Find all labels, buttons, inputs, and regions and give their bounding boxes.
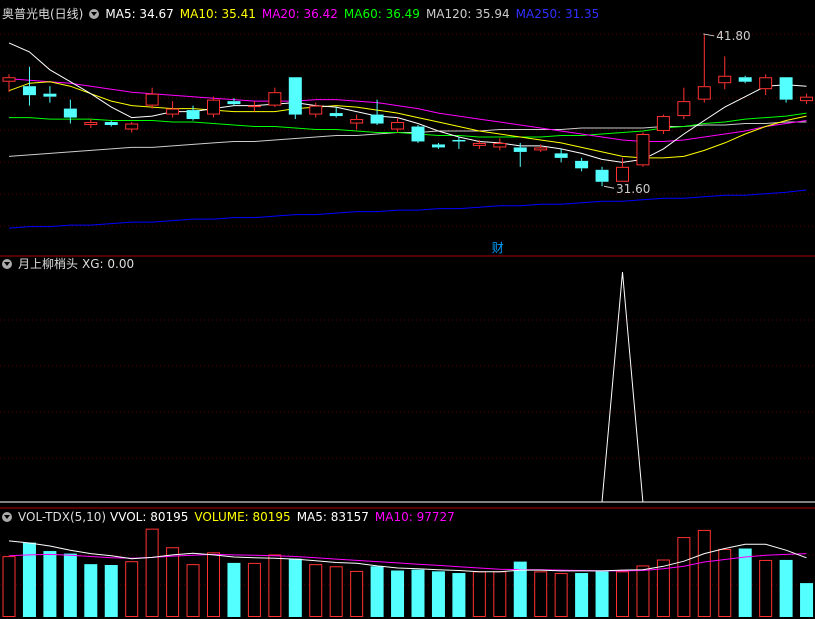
- volume-bar: [247, 562, 261, 618]
- volume-bar: [575, 573, 589, 617]
- candle: [309, 105, 323, 115]
- ma250-line: [8, 189, 807, 229]
- candle: [104, 122, 118, 126]
- volume-bar: [166, 547, 180, 617]
- volume-bar: [350, 570, 364, 618]
- finance-marker: 财: [492, 241, 504, 255]
- candle: [84, 122, 98, 126]
- volume-bar: [84, 564, 98, 617]
- volume-bar: [22, 542, 36, 617]
- candle: [63, 108, 77, 118]
- volume-bar: [207, 552, 220, 618]
- volume-bar: [452, 573, 466, 617]
- volume-bar: [431, 571, 445, 617]
- candle: [22, 86, 36, 96]
- volume-bar: [145, 528, 159, 618]
- candle: [800, 96, 814, 102]
- volume-bar: [472, 571, 486, 618]
- xg-signal-line: [9, 271, 807, 503]
- volume-bar: [104, 565, 118, 617]
- volume-bar: [534, 571, 548, 618]
- volume-bar: [63, 553, 77, 617]
- volume-bar: [43, 551, 57, 617]
- candle: [554, 153, 568, 158]
- low-pointer: [603, 185, 615, 189]
- candle: [2, 77, 16, 82]
- candle: [718, 75, 732, 84]
- volume-bar: [227, 562, 241, 617]
- candle: [697, 86, 711, 100]
- volume-bar: [800, 583, 814, 617]
- candle: [227, 101, 241, 105]
- candle: [636, 133, 650, 166]
- candle: [452, 139, 466, 142]
- volume-bar: [288, 558, 302, 617]
- candle: [411, 126, 425, 142]
- volume-bar: [759, 559, 773, 618]
- volume-bar: [677, 537, 691, 618]
- low-label: 31.60: [616, 182, 650, 196]
- candle: [513, 147, 527, 152]
- volume-bar: [595, 571, 609, 617]
- candle: [595, 169, 609, 182]
- volume-bar: [738, 548, 752, 617]
- candle: [779, 77, 793, 100]
- candle: [43, 93, 57, 97]
- volume-bar: [2, 556, 16, 617]
- candle: [350, 119, 364, 124]
- candle: [534, 147, 548, 151]
- volume-bar: [186, 564, 200, 618]
- candle: [370, 114, 384, 124]
- volume-bar: [125, 561, 139, 618]
- volume-bar: [636, 565, 650, 617]
- volume-bar: [411, 569, 425, 617]
- volume-bar: [370, 566, 384, 617]
- candle: [125, 123, 139, 130]
- candle: [677, 101, 691, 117]
- candle: [431, 144, 445, 148]
- volume-bar: [697, 529, 711, 617]
- kline-chart[interactable]: 41.80 31.60 财: [0, 0, 815, 619]
- candle: [288, 77, 302, 115]
- candle: [616, 166, 629, 182]
- volume-bar: [779, 559, 793, 617]
- volume-bar: [329, 566, 343, 617]
- candle: [472, 142, 486, 146]
- candle: [186, 110, 200, 120]
- volume-bar: [554, 573, 568, 618]
- candle: [759, 77, 773, 90]
- volume-bar: [616, 571, 629, 618]
- volume-bar: [391, 570, 405, 617]
- candle: [493, 142, 507, 148]
- candle: [207, 99, 220, 115]
- high-label: 41.80: [716, 29, 750, 43]
- volume-bar: [493, 571, 507, 618]
- volume-bar: [309, 564, 323, 618]
- candle: [575, 160, 589, 169]
- candle: [166, 108, 180, 115]
- candle: [656, 116, 670, 132]
- candle: [329, 113, 343, 117]
- ma10-line: [8, 81, 807, 159]
- candle: [145, 93, 159, 106]
- candle: [268, 92, 282, 106]
- candle: [391, 122, 405, 130]
- volume-bar: [268, 554, 282, 617]
- candle: [247, 105, 261, 108]
- candle: [738, 77, 752, 82]
